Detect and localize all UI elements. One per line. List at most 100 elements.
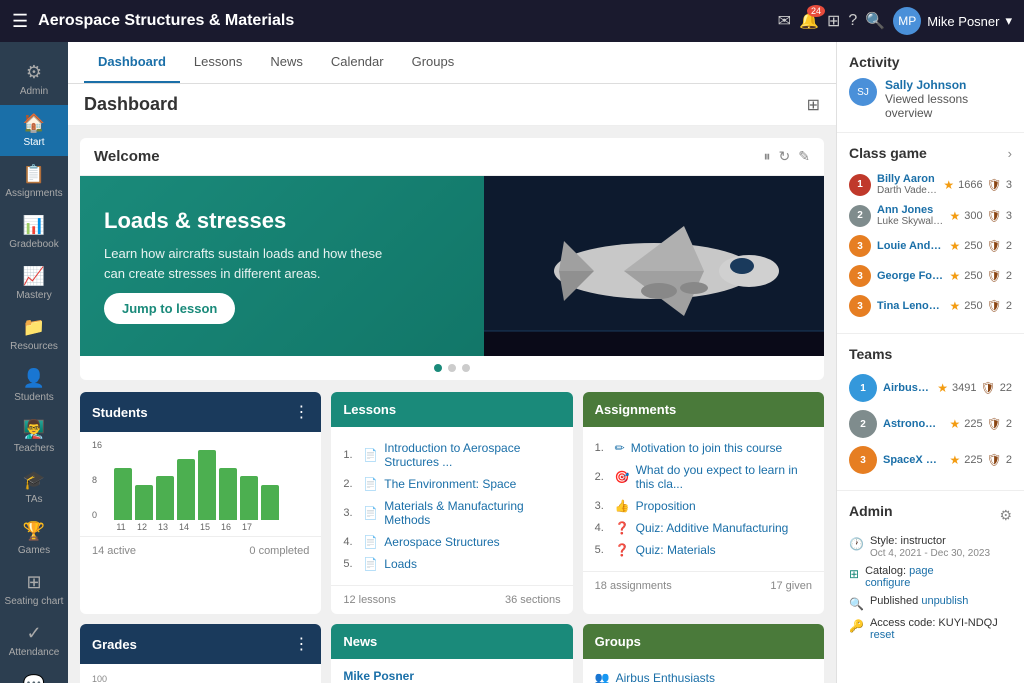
groups-card-header: Groups (583, 624, 824, 659)
chart-bar (198, 450, 216, 520)
team-shields: 22 (1000, 382, 1012, 394)
user-menu[interactable]: MP Mike Posner ▾ (893, 7, 1012, 35)
game-player-item: 3 Tina Lenords ★ 250 🛡 2 (849, 291, 1012, 321)
admin-settings-icon[interactable]: ⚙ (999, 507, 1012, 524)
assign-text: What do you expect to learn in this cla.… (636, 463, 812, 491)
assignments-given: 17 given (770, 580, 812, 592)
dot-2[interactable] (448, 364, 456, 372)
chart-bar (219, 468, 237, 521)
game-player-name[interactable]: Ann Jones (877, 204, 944, 216)
admin-link[interactable]: page (909, 565, 933, 577)
refresh-icon[interactable]: ↻ (779, 148, 791, 165)
bell-icon[interactable]: 🔔 24 (799, 11, 819, 31)
edit-icon[interactable]: ✎ (798, 148, 810, 165)
admin-configure-link[interactable]: configure (865, 577, 910, 589)
sidebar-item-start[interactable]: 🏠 Start (0, 105, 68, 156)
tab-dashboard[interactable]: Dashboard (84, 42, 180, 83)
welcome-card: Welcome ⏸ ↻ ✎ Loads & stresses Learn how… (80, 138, 824, 380)
pause-icon[interactable]: ⏸ (764, 148, 771, 165)
center-panel: Dashboard Lessons News Calendar Groups D… (68, 42, 836, 683)
list-item[interactable]: 4.❓Quiz: Additive Manufacturing (595, 517, 812, 539)
list-item[interactable]: 4.📄Aerospace Structures (343, 531, 560, 553)
game-player-name[interactable]: Billy Aaron (877, 173, 937, 185)
list-item[interactable]: 5.❓Quiz: Materials (595, 539, 812, 561)
game-player-name[interactable]: Louie Anderson (877, 240, 944, 252)
banner-text: Loads & stresses Learn how aircrafts sus… (80, 176, 484, 356)
admin-item: 🔑Access code: KUYI-NDQJ reset (849, 617, 1012, 641)
students-card-menu[interactable]: ⋮ (293, 402, 309, 422)
game-stats: ★ 1666 🛡 3 (943, 178, 1012, 192)
assign-num: 1. (595, 442, 609, 454)
top-nav: ☰ Aerospace Structures & Materials ✉ 🔔 2… (0, 0, 1024, 42)
gear-icon: ⚙ (26, 62, 42, 83)
lesson-num: 5. (343, 558, 357, 570)
list-item[interactable]: 5.📄Loads (343, 553, 560, 575)
team-name[interactable]: Airbus Enthusia... (883, 382, 931, 394)
sidebar-item-seating[interactable]: ⊞ Seating chart (0, 564, 68, 615)
sidebar-item-forums[interactable]: 💬 Forums (0, 666, 68, 683)
sidebar-item-students[interactable]: 👤 Students (0, 360, 68, 411)
chevron-right-icon[interactable]: › (1008, 146, 1012, 161)
admin-link[interactable]: reset (870, 629, 894, 641)
game-player-item: 1 Billy Aaron Darth Vader (Ad... ★ 1666 … (849, 169, 1012, 200)
activity-avatar: SJ (849, 78, 877, 106)
list-item[interactable]: 1.✏Motivation to join this course (595, 437, 812, 459)
sidebar-item-mastery[interactable]: 📈 Mastery (0, 258, 68, 309)
sidebar-label-mastery: Mastery (16, 290, 52, 301)
tab-calendar[interactable]: Calendar (317, 42, 398, 83)
sidebar-item-resources[interactable]: 📁 Resources (0, 309, 68, 360)
grid-icon[interactable]: ⊞ (827, 11, 840, 31)
dot-1[interactable] (434, 364, 442, 372)
game-player-name[interactable]: Tina Lenords (877, 300, 944, 312)
team-name[interactable]: Astronomy Wat... (883, 418, 944, 430)
admin-item-icon: ⊞ (849, 567, 859, 581)
help-icon[interactable]: ? (848, 12, 857, 30)
tab-groups[interactable]: Groups (398, 42, 469, 83)
grades-card-title: Grades (92, 637, 137, 652)
attendance-icon: ✓ (26, 623, 41, 644)
grades-card-menu[interactable]: ⋮ (293, 634, 309, 654)
list-item[interactable]: 3.📄Materials & Manufacturing Methods (343, 495, 560, 531)
game-info: Tina Lenords (877, 300, 944, 312)
list-item[interactable]: 👥Airbus Enthusiasts (595, 667, 812, 683)
assign-num: 5. (595, 544, 609, 556)
admin-items: 🕐Style: instructorOct 4, 2021 - Dec 30, … (849, 535, 1012, 641)
admin-link[interactable]: unpublish (921, 595, 968, 607)
lessons-sections: 36 sections (505, 594, 561, 606)
jump-to-lesson-button[interactable]: Jump to lesson (104, 293, 235, 324)
tab-news[interactable]: News (256, 42, 317, 83)
list-item[interactable]: 3.👍Proposition (595, 495, 812, 517)
sidebar-item-tas[interactable]: 🎓 TAs (0, 462, 68, 513)
list-item[interactable]: 1.📄Introduction to Aerospace Structures … (343, 437, 560, 473)
layout-grid-icon[interactable]: ⊞ (807, 95, 820, 115)
assign-text: Quiz: Materials (636, 543, 716, 557)
chart-bar (177, 459, 195, 520)
sidebar-item-games[interactable]: 🏆 Games (0, 513, 68, 564)
game-player-name[interactable]: George Foster (877, 270, 944, 282)
hamburger-menu[interactable]: ☰ (12, 11, 28, 32)
sidebar-item-gradebook[interactable]: 📊 Gradebook (0, 207, 68, 258)
dot-3[interactable] (462, 364, 470, 372)
search-icon[interactable]: 🔍 (865, 11, 885, 31)
player-shields: 2 (1006, 270, 1012, 282)
list-item[interactable]: 2.📄The Environment: Space (343, 473, 560, 495)
sidebar-item-teachers[interactable]: 👨‍🏫 Teachers (0, 411, 68, 462)
shield-icon: 🛡 (981, 381, 996, 395)
lesson-num: 4. (343, 536, 357, 548)
admin-item-text: Catalog: pageconfigure (865, 565, 934, 589)
students-card-header: Students ⋮ (80, 392, 321, 432)
lesson-list: 1.📄Introduction to Aerospace Structures … (343, 437, 560, 575)
mail-icon[interactable]: ✉ (778, 11, 791, 31)
y-label-top: 16 (92, 440, 102, 450)
sidebar-item-admin[interactable]: ⚙ Admin (0, 54, 68, 105)
team-avatar: 1 (849, 374, 877, 402)
tab-lessons[interactable]: Lessons (180, 42, 256, 83)
lessons-card: Lessons 1.📄Introduction to Aerospace Str… (331, 392, 572, 614)
team-name[interactable]: SpaceX Fans (883, 454, 944, 466)
sidebar-item-attendance[interactable]: ✓ Attendance (0, 615, 68, 666)
activity-user-link[interactable]: Sally Johnson (885, 78, 966, 92)
shield-icon: 🛡 (987, 178, 1002, 192)
forums-icon: 💬 (23, 674, 45, 683)
sidebar-item-assignments[interactable]: 📋 Assignments (0, 156, 68, 207)
list-item[interactable]: 2.🎯What do you expect to learn in this c… (595, 459, 812, 495)
